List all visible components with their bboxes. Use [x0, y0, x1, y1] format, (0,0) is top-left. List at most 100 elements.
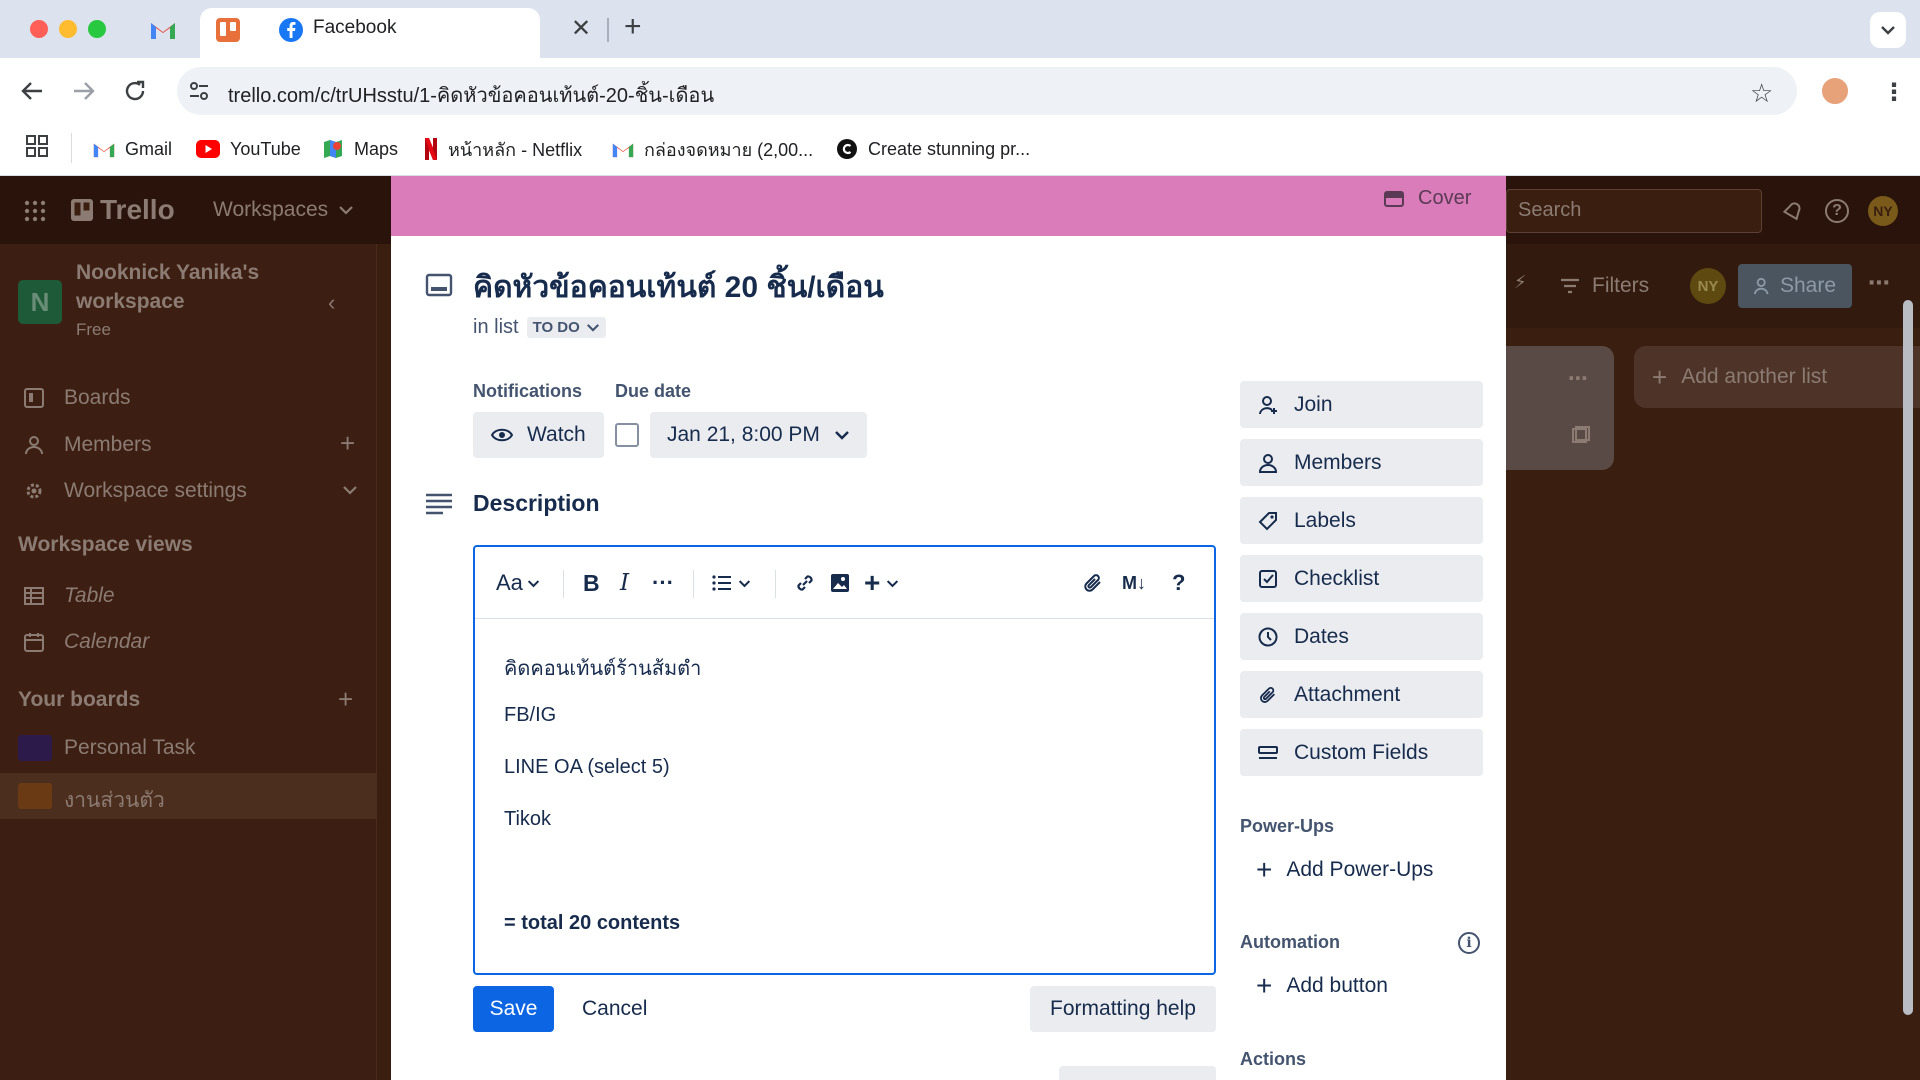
board-personal-task[interactable]: Personal Task: [64, 736, 196, 760]
workspace-name[interactable]: Nooknick Yanika's workspace: [76, 258, 259, 316]
italic-icon[interactable]: I: [620, 568, 629, 598]
bold-icon[interactable]: B: [583, 568, 600, 598]
bookmark-youtube[interactable]: YouTube: [196, 134, 301, 164]
description-line: Tikok: [504, 808, 552, 830]
checklist-button[interactable]: Checklist: [1240, 555, 1483, 602]
tab-divider: [607, 18, 609, 42]
forward-icon[interactable]: [72, 80, 96, 102]
board-item-active[interactable]: [0, 773, 377, 819]
automation-heading: Automation: [1240, 932, 1340, 952]
watch-button[interactable]: Watch: [473, 412, 604, 458]
sidebar-item-table[interactable]: Table: [24, 578, 115, 614]
cover-button[interactable]: Cover: [1384, 187, 1471, 210]
close-tab-icon[interactable]: ✕: [571, 14, 591, 43]
info-icon[interactable]: i: [1458, 932, 1480, 954]
attachment-button[interactable]: Attachment: [1240, 671, 1483, 718]
profile-avatar[interactable]: [1820, 76, 1850, 106]
bookmark-canva[interactable]: Create stunning pr...: [836, 134, 1030, 164]
bookmark-maps[interactable]: Maps: [322, 134, 398, 164]
apps-grid-icon[interactable]: [26, 135, 48, 157]
board-personal-work[interactable]: งานส่วนตัว: [64, 784, 165, 817]
save-button[interactable]: Save: [473, 986, 554, 1032]
tab-search-button[interactable]: [1870, 12, 1906, 48]
plus-icon: +: [1652, 361, 1668, 392]
maximize-window-button[interactable]: [88, 20, 106, 38]
card-cover: [391, 176, 1506, 236]
browser-menu-icon[interactable]: ⋮: [1882, 78, 1906, 107]
collapse-sidebar-icon[interactable]: ‹: [328, 290, 335, 316]
sidebar-item-workspace-settings[interactable]: Workspace settings: [24, 473, 247, 509]
back-icon[interactable]: [20, 80, 44, 102]
help-icon[interactable]: ?: [1825, 199, 1849, 223]
close-window-button[interactable]: [30, 20, 48, 38]
minimize-window-button[interactable]: [59, 20, 77, 38]
add-powerups-button[interactable]: + Add Power-Ups: [1256, 854, 1433, 886]
add-automation-button[interactable]: + Add button: [1256, 970, 1388, 1002]
board-menu-icon[interactable]: ⋯: [1868, 270, 1890, 296]
card-title[interactable]: คิดหัวข้อคอนเท้นต์ 20 ชิ้น/เดือน: [473, 264, 884, 311]
link-icon[interactable]: [794, 568, 816, 598]
gmail-icon: [151, 23, 175, 39]
sidebar-item-boards[interactable]: Boards: [24, 380, 131, 416]
bookmark-netflix[interactable]: หน้าหลัก - Netflix: [424, 134, 582, 164]
plus-icon: +: [864, 567, 881, 598]
chevron-down-icon: [1881, 26, 1895, 35]
list-selector[interactable]: TO DO: [526, 317, 606, 338]
list-format-button[interactable]: [712, 568, 751, 598]
facebook-tab-title[interactable]: Facebook: [313, 17, 396, 39]
more-formatting-icon[interactable]: ···: [652, 568, 674, 598]
workspaces-menu[interactable]: Workspaces: [213, 198, 354, 222]
due-date-button[interactable]: Jan 21, 8:00 PM: [650, 412, 867, 458]
filters-button[interactable]: Filters: [1560, 274, 1649, 298]
labels-button[interactable]: Labels: [1240, 497, 1483, 544]
image-icon[interactable]: [830, 568, 850, 598]
bookmark-star-icon[interactable]: ☆: [1750, 78, 1773, 109]
due-complete-checkbox[interactable]: [615, 423, 639, 447]
cancel-button[interactable]: Cancel: [568, 986, 661, 1032]
add-board-icon[interactable]: +: [338, 684, 353, 715]
formatting-help-button[interactable]: Formatting help: [1030, 986, 1216, 1032]
share-button[interactable]: Share: [1738, 264, 1852, 308]
dates-button[interactable]: Dates: [1240, 613, 1483, 660]
chevron-down-icon: [835, 431, 849, 440]
member-avatar[interactable]: NY: [1690, 268, 1726, 304]
join-button[interactable]: Join: [1240, 381, 1483, 428]
notifications-bell-icon[interactable]: [1780, 198, 1806, 224]
plus-icon: +: [1256, 854, 1273, 885]
new-tab-button[interactable]: +: [624, 10, 642, 44]
description-line: = total 20 contents: [504, 912, 681, 934]
bookmark-gmail[interactable]: Gmail: [93, 134, 172, 164]
site-settings-icon[interactable]: [188, 80, 210, 102]
chevron-down-icon[interactable]: [342, 485, 358, 495]
insert-menu-button[interactable]: +: [864, 567, 899, 598]
members-button[interactable]: Members: [1240, 439, 1483, 486]
page-scrollbar[interactable]: [1903, 300, 1913, 1015]
markdown-toggle[interactable]: M↓: [1122, 568, 1146, 598]
sidebar-item-calendar[interactable]: Calendar: [24, 624, 149, 660]
toolbar-divider: [563, 570, 564, 598]
sidebar-item-members[interactable]: Members: [24, 427, 152, 463]
user-avatar[interactable]: NY: [1868, 196, 1898, 226]
add-member-icon[interactable]: +: [340, 428, 355, 459]
list-menu-icon[interactable]: ⋯: [1568, 366, 1588, 391]
bookmark-gmail-inbox[interactable]: กล่องจดหมาย (2,00...: [612, 134, 813, 164]
template-icon[interactable]: [1572, 426, 1590, 444]
netflix-icon: [425, 138, 437, 160]
text-style-button[interactable]: Aa: [496, 568, 540, 598]
table-icon: [24, 587, 44, 605]
tag-icon: [1258, 511, 1277, 530]
calendar-icon: [24, 633, 44, 652]
add-another-list-button[interactable]: + Add another list: [1634, 346, 1920, 408]
url-text[interactable]: trello.com/c/trUHsstu/1-คิดหัวข้อคอนเท้น…: [228, 79, 714, 111]
power-icon[interactable]: ⚡: [1514, 272, 1527, 293]
trello-logo-text[interactable]: Trello: [100, 194, 175, 226]
list-column: [1506, 346, 1614, 470]
custom-fields-button[interactable]: Custom Fields: [1240, 729, 1483, 776]
attachment-icon[interactable]: [1082, 568, 1104, 598]
trello-sidebar: [0, 244, 377, 1080]
help-icon[interactable]: ?: [1172, 568, 1185, 598]
description-line: คิดคอนเท้นต์ร้านส้มตำ: [504, 658, 702, 680]
reload-icon[interactable]: [123, 79, 147, 103]
gmail-tab[interactable]: [148, 15, 178, 45]
app-switcher-icon[interactable]: [24, 200, 46, 222]
